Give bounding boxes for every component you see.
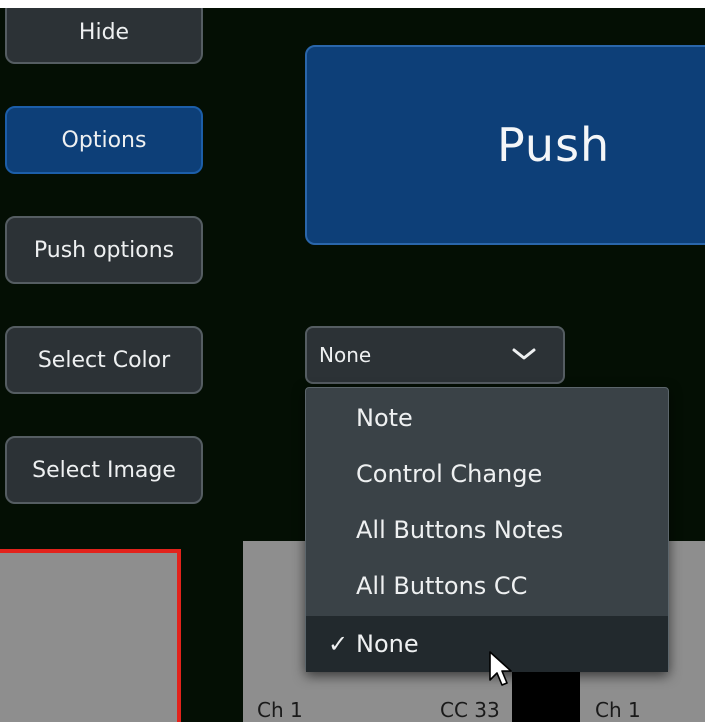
- mouse-pointer-icon: [489, 651, 512, 686]
- button-tile-selected[interactable]: [0, 549, 181, 722]
- hide-button[interactable]: Hide: [5, 8, 203, 64]
- app-canvas: Hide Options Push options Select Color S…: [0, 8, 705, 722]
- tile-channel-label: Ch 1: [257, 698, 303, 722]
- push-button-label: Push: [497, 118, 611, 172]
- menu-item-none-label: None: [356, 630, 419, 658]
- select-color-button[interactable]: Select Color: [5, 326, 203, 394]
- select-current-value: None: [319, 343, 372, 367]
- menu-item-none[interactable]: ✓ None: [306, 616, 668, 672]
- menu-item-note[interactable]: Note: [306, 390, 668, 446]
- message-type-select[interactable]: None: [305, 326, 565, 384]
- push-options-button[interactable]: Push options: [5, 216, 203, 284]
- menu-item-control-change[interactable]: Control Change: [306, 446, 668, 502]
- menu-item-all-buttons-notes[interactable]: All Buttons Notes: [306, 502, 668, 558]
- dropdown-menu: Note Control Change All Buttons Notes Al…: [305, 387, 669, 672]
- checkmark-icon: ✓: [328, 630, 349, 658]
- tile-divider: [512, 668, 580, 722]
- options-button[interactable]: Options: [5, 106, 203, 174]
- chevron-down-icon: [512, 348, 536, 360]
- push-button[interactable]: Push: [305, 45, 705, 245]
- select-image-button[interactable]: Select Image: [5, 436, 203, 504]
- tile-cc-label: CC 33: [440, 698, 500, 722]
- tile-channel-label-2: Ch 1: [595, 698, 641, 722]
- menu-item-all-buttons-cc[interactable]: All Buttons CC: [306, 558, 668, 614]
